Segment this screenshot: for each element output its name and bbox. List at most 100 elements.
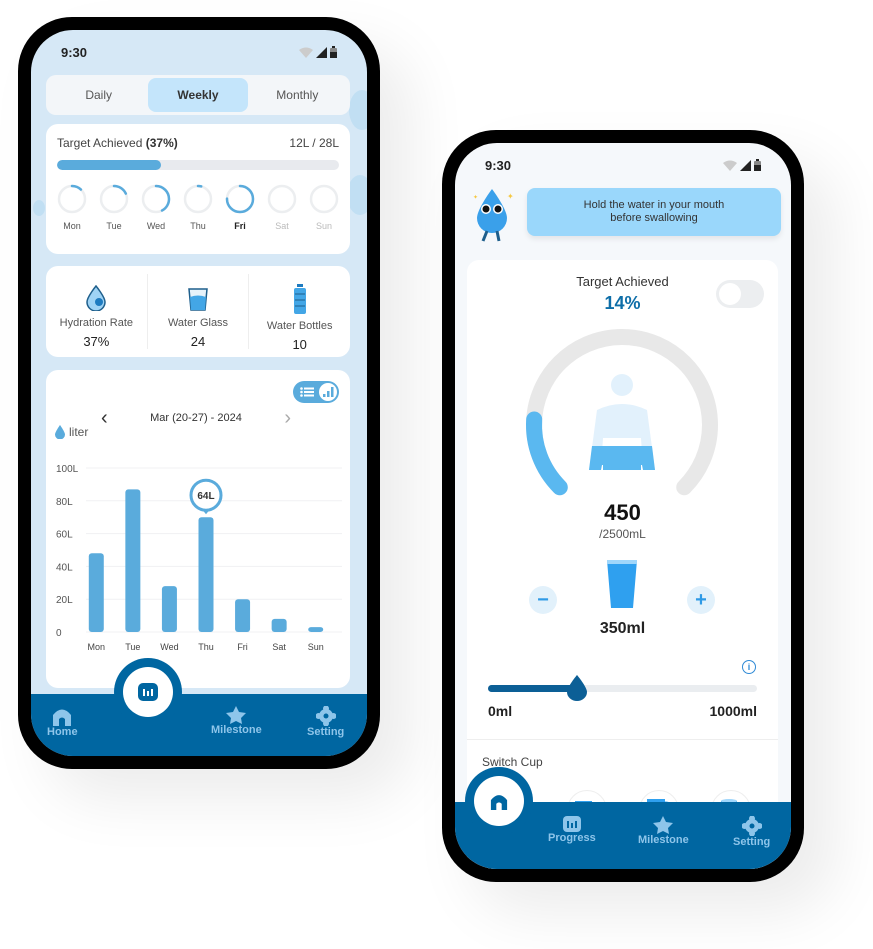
phone-weekly-progress: 9:30 Daily Weekly Monthly Target Achieve… <box>18 17 380 769</box>
progress-ring <box>141 184 171 214</box>
gear-icon <box>315 706 336 726</box>
progress-ring <box>183 184 213 214</box>
bar-sat[interactable] <box>271 618 287 632</box>
wifi-icon <box>299 47 313 58</box>
x-tick-label: Thu <box>198 642 214 652</box>
day-label: Sat <box>275 221 289 231</box>
chart-view-icon[interactable] <box>322 387 334 397</box>
y-tick-label: 20L <box>56 595 73 606</box>
water-drop-icon <box>55 425 65 439</box>
day-label: Thu <box>190 221 206 231</box>
chart-card: ‹ Mar (20-27) - 2024 › liter 0 20L 40L 60L 8… <box>46 370 350 688</box>
period-tabs: Daily Weekly Monthly <box>46 75 350 115</box>
bar-wed[interactable] <box>161 586 177 632</box>
target-progress-bar <box>57 160 339 170</box>
divider <box>467 739 778 740</box>
day-ring-thu[interactable]: Thu <box>182 184 214 231</box>
tab-monthly[interactable]: Monthly <box>248 78 347 112</box>
milestone-icon <box>653 816 674 834</box>
target-progress-fill <box>57 160 162 170</box>
home-icon <box>53 709 72 726</box>
date-range: Mar (20-27) - 2024 <box>150 412 242 424</box>
stat-label: Water Glass <box>167 317 229 329</box>
cup-size-slider[interactable] <box>488 675 757 701</box>
day-rings: Mon Tue Wed Thu Fri Sat Sun <box>46 170 350 231</box>
bar-thu[interactable] <box>198 517 214 632</box>
y-tick-label: 60L <box>56 530 73 541</box>
svg-text:✦: ✦ <box>473 194 478 201</box>
tooltip-label: 64L <box>197 491 214 502</box>
water-drop-mascot-icon: ✦ ✦ <box>473 189 514 242</box>
status-bar: 9:30 <box>455 143 791 187</box>
target-amount: 12L / 28L <box>289 136 339 150</box>
water-drop-icon <box>86 284 107 311</box>
chevron-right-icon[interactable]: › <box>284 408 291 428</box>
nav-setting[interactable]: Setting <box>307 706 344 738</box>
day-ring-wed[interactable]: Wed <box>140 184 172 231</box>
gauge-fill <box>526 411 568 496</box>
nav-home[interactable]: Home <box>47 706 78 738</box>
bar-tue[interactable] <box>125 489 141 632</box>
day-ring-sat[interactable]: Sat <box>266 184 298 231</box>
nav-progress-fab[interactable] <box>114 658 182 726</box>
nav-milestone[interactable]: Milestone <box>211 706 262 736</box>
day-ring-fri[interactable]: Fri <box>224 184 256 231</box>
progress-ring <box>99 184 129 214</box>
y-tick-label: 40L <box>56 562 73 573</box>
day-ring-sun[interactable]: Sun <box>308 184 340 231</box>
battery-icon <box>754 159 761 171</box>
stats-card: Hydration Rate 37% Water Glass 24 Water … <box>46 266 350 357</box>
day-ring-mon[interactable]: Mon <box>56 184 88 231</box>
progress-icon <box>562 816 581 832</box>
bottom-nav: Home Milestone Setting <box>31 694 367 756</box>
target-label: Target Achieved <box>57 136 143 150</box>
stat-label: Water Bottles <box>266 320 333 332</box>
nav-setting[interactable]: Setting <box>733 816 770 848</box>
target-card: Target Achieved (37%) 12L / 28L Mon Tue We… <box>46 124 350 254</box>
x-tick-label: Sat <box>272 642 286 652</box>
stat-water-glass: Water Glass 24 <box>148 274 250 349</box>
day-label: Fri <box>234 221 246 231</box>
list-view-icon[interactable] <box>300 387 314 397</box>
slider-min-label: 0ml <box>488 703 513 719</box>
slider-fill <box>488 685 578 692</box>
tab-weekly[interactable]: Weekly <box>148 78 248 112</box>
decrease-button[interactable]: − <box>529 586 557 614</box>
body-silhouette-icon <box>589 374 655 470</box>
progress-ring <box>267 184 297 214</box>
nav-home-fab[interactable] <box>465 767 533 835</box>
chevron-left-icon[interactable]: ‹ <box>101 408 108 428</box>
target-toggle[interactable] <box>716 280 764 308</box>
nav-progress[interactable]: Progress <box>548 816 596 844</box>
cup-icon <box>607 560 637 608</box>
stat-value: 24 <box>190 334 206 349</box>
nav-milestone[interactable]: Milestone <box>638 816 689 846</box>
intake-total: /2500mL <box>599 527 646 541</box>
info-icon[interactable]: i <box>742 660 756 674</box>
slider-max-label: 1000ml <box>709 703 757 719</box>
bar-fri[interactable] <box>235 599 251 632</box>
signal-icon <box>740 159 751 171</box>
signal-icon <box>316 46 327 58</box>
progress-ring <box>309 184 339 214</box>
y-tick-label: 0 <box>56 628 62 639</box>
bar-mon[interactable] <box>88 553 104 632</box>
target-percent: (37%) <box>145 136 178 150</box>
water-glass-icon <box>188 287 208 311</box>
phone-home: 9:30 ✦ ✦ Hold the water in your mouth be… <box>442 130 804 882</box>
status-time: 9:30 <box>485 157 512 173</box>
tab-daily[interactable]: Daily <box>49 78 148 112</box>
intake-gauge <box>526 329 718 496</box>
increase-button[interactable]: + <box>687 586 715 614</box>
slider-thumb[interactable] <box>567 675 588 701</box>
day-ring-tue[interactable]: Tue <box>98 184 130 231</box>
bar-sun[interactable] <box>308 627 324 632</box>
day-label: Wed <box>146 221 166 231</box>
stat-water-bottles: Water Bottles 10 <box>249 274 350 352</box>
screen: 9:30 ✦ ✦ Hold the water in your mouth be… <box>455 143 791 869</box>
view-toggle[interactable] <box>293 381 339 403</box>
day-label: Tue <box>106 221 122 231</box>
tip-row: ✦ ✦ Hold the water in your mouth before … <box>467 185 781 245</box>
home-icon <box>490 795 508 810</box>
day-label: Sun <box>315 221 332 231</box>
